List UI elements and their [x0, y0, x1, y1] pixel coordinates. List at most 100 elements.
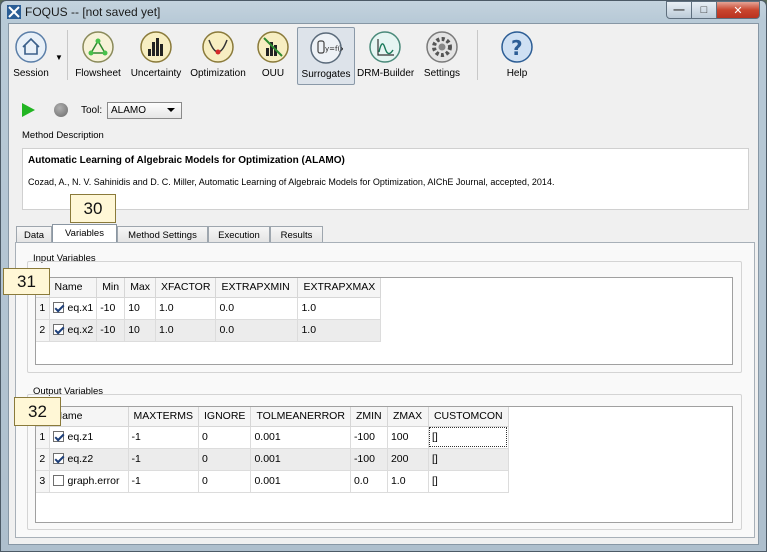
- tab-data[interactable]: Data: [16, 226, 52, 243]
- session-dropdown-icon[interactable]: ▼: [55, 53, 63, 62]
- tab-variables[interactable]: Variables: [52, 224, 117, 244]
- column-header-tolmeanerror[interactable]: TOLMEANERROR: [250, 407, 351, 427]
- ouu-label: OUU: [261, 68, 285, 79]
- uncertainty-histogram-icon: [140, 31, 172, 63]
- tab-method-settings[interactable]: Method Settings: [117, 226, 208, 243]
- customcon-cell[interactable]: []: [428, 426, 509, 449]
- checkbox[interactable]: [52, 453, 64, 464]
- input-variables-table[interactable]: Name Min Max XFACTOR EXTRAPXMIN EXTRAPXM…: [35, 277, 733, 365]
- flowsheet-icon: [82, 31, 114, 63]
- name-cell[interactable]: eq.x2: [49, 319, 98, 342]
- flowsheet-button[interactable]: Flowsheet: [73, 27, 123, 85]
- tolmeanerror-cell[interactable]: 0.001: [250, 426, 351, 449]
- checkbox[interactable]: [52, 431, 64, 442]
- zmin-cell[interactable]: 0.0: [350, 470, 388, 493]
- variables-panel: Input Variables Name Min Max XFACTOR EXT…: [15, 242, 755, 538]
- maxterms-cell[interactable]: -1: [128, 448, 200, 471]
- min-cell[interactable]: -10: [96, 319, 126, 342]
- customcon-cell[interactable]: []: [428, 470, 509, 493]
- stop-icon[interactable]: [54, 103, 68, 117]
- ignore-cell[interactable]: 0: [198, 426, 252, 449]
- column-header-maxterms[interactable]: MAXTERMS: [128, 407, 200, 427]
- extrapxmin-cell[interactable]: 0.0: [215, 297, 299, 320]
- close-button[interactable]: ✕: [717, 1, 760, 19]
- name-cell[interactable]: eq.x1: [49, 297, 98, 320]
- column-header-xfactor[interactable]: XFACTOR: [155, 278, 217, 298]
- max-cell[interactable]: 10: [124, 319, 157, 342]
- row-number[interactable]: 3: [36, 470, 50, 493]
- column-header-extrapxmin[interactable]: EXTRAPXMIN: [215, 278, 299, 298]
- zmin-cell[interactable]: -100: [350, 426, 388, 449]
- zmax-cell[interactable]: 100: [387, 426, 429, 449]
- ouu-button[interactable]: OUU: [251, 27, 295, 85]
- table-row[interactable]: 2 eq.x2 -10 10 1.0 0.0 1.0: [36, 319, 382, 342]
- help-button[interactable]: ? Help: [497, 27, 537, 85]
- tool-select[interactable]: ALAMO: [107, 102, 182, 119]
- row-number[interactable]: 1: [36, 297, 50, 320]
- optimization-button[interactable]: Optimization: [189, 27, 247, 85]
- extrapxmax-cell[interactable]: 1.0: [297, 297, 382, 320]
- callout-marker-31: 31: [3, 268, 50, 295]
- max-cell[interactable]: 10: [124, 297, 157, 320]
- zmax-cell[interactable]: 200: [387, 448, 429, 471]
- row-number[interactable]: 2: [36, 448, 50, 471]
- row-number[interactable]: 1: [36, 426, 50, 449]
- column-header-min[interactable]: Min: [96, 278, 126, 298]
- table-row[interactable]: 1 eq.z1 -1 0 0.001 -100 100 []: [36, 426, 509, 449]
- main-area: Session ▼ Flowsheet Uncertainty Optimiza…: [3, 23, 759, 545]
- method-citation: Cozad, A., N. V. Sahinidis and D. C. Mil…: [28, 177, 555, 187]
- column-header-zmin[interactable]: ZMIN: [350, 407, 388, 427]
- table-row[interactable]: 3 graph.error -1 0 0.001 0.0 1.0 []: [36, 470, 509, 493]
- extrapxmax-cell[interactable]: 1.0: [297, 319, 382, 342]
- table-row[interactable]: 2 eq.z2 -1 0 0.001 -100 200 []: [36, 448, 509, 471]
- method-description-box: Automatic Learning of Algebraic Models f…: [22, 148, 749, 210]
- optimization-label: Optimization: [190, 68, 246, 79]
- row-number[interactable]: 2: [36, 319, 50, 342]
- column-header-name[interactable]: Name: [49, 278, 98, 298]
- column-header-extrapxmax[interactable]: EXTRAPXMAX: [297, 278, 382, 298]
- variable-name: eq.z1: [67, 431, 94, 443]
- maximize-button[interactable]: □: [692, 1, 717, 19]
- tab-execution[interactable]: Execution: [208, 226, 270, 243]
- column-header-zmax[interactable]: ZMAX: [387, 407, 429, 427]
- column-header-max[interactable]: Max: [124, 278, 157, 298]
- checkbox[interactable]: [52, 302, 64, 313]
- name-cell[interactable]: eq.z1: [49, 426, 129, 449]
- name-cell[interactable]: eq.z2: [49, 448, 129, 471]
- tolmeanerror-cell[interactable]: 0.001: [250, 448, 351, 471]
- run-play-icon[interactable]: [22, 103, 35, 117]
- session-button[interactable]: Session: [11, 27, 51, 85]
- method-description-group: Method Description Automatic Learning of…: [15, 128, 754, 214]
- maxterms-cell[interactable]: -1: [128, 470, 200, 493]
- column-header-ignore[interactable]: IGNORE: [198, 407, 252, 427]
- zmin-cell[interactable]: -100: [350, 448, 388, 471]
- tab-results[interactable]: Results: [270, 226, 323, 243]
- tolmeanerror-cell[interactable]: 0.001: [250, 470, 351, 493]
- name-cell[interactable]: graph.error: [49, 470, 129, 493]
- output-variables-table[interactable]: Name MAXTERMS IGNORE TOLMEANERROR ZMIN Z…: [35, 406, 733, 523]
- surrogates-button[interactable]: y=f(x) Surrogates: [297, 27, 355, 85]
- callout-marker-32: 32: [14, 397, 61, 426]
- checkbox[interactable]: [52, 475, 64, 486]
- table-row[interactable]: 1 eq.x1 -10 10 1.0 0.0 1.0: [36, 297, 382, 320]
- ignore-cell[interactable]: 0: [198, 470, 252, 493]
- minimize-button[interactable]: —: [666, 1, 692, 19]
- maxterms-cell[interactable]: -1: [128, 426, 200, 449]
- zmax-cell[interactable]: 1.0: [387, 470, 429, 493]
- extrapxmin-cell[interactable]: 0.0: [215, 319, 299, 342]
- drm-builder-button[interactable]: DRM-Builder: [357, 27, 415, 85]
- drm-builder-label: DRM-Builder: [357, 68, 415, 79]
- title-bar[interactable]: FOQUS -- [not saved yet] — □ ✕: [1, 1, 766, 23]
- checkbox[interactable]: [52, 324, 64, 335]
- settings-button[interactable]: Settings: [417, 27, 467, 85]
- ignore-cell[interactable]: 0: [198, 448, 252, 471]
- variable-name: eq.x1: [67, 302, 94, 314]
- xfactor-cell[interactable]: 1.0: [155, 297, 217, 320]
- uncertainty-button[interactable]: Uncertainty: [127, 27, 185, 85]
- min-cell[interactable]: -10: [96, 297, 126, 320]
- toolbar-separator: [477, 30, 478, 80]
- xfactor-cell[interactable]: 1.0: [155, 319, 217, 342]
- column-header-customcon[interactable]: CUSTOMCON: [428, 407, 509, 427]
- customcon-cell[interactable]: []: [428, 448, 509, 471]
- flowsheet-label: Flowsheet: [75, 68, 121, 79]
